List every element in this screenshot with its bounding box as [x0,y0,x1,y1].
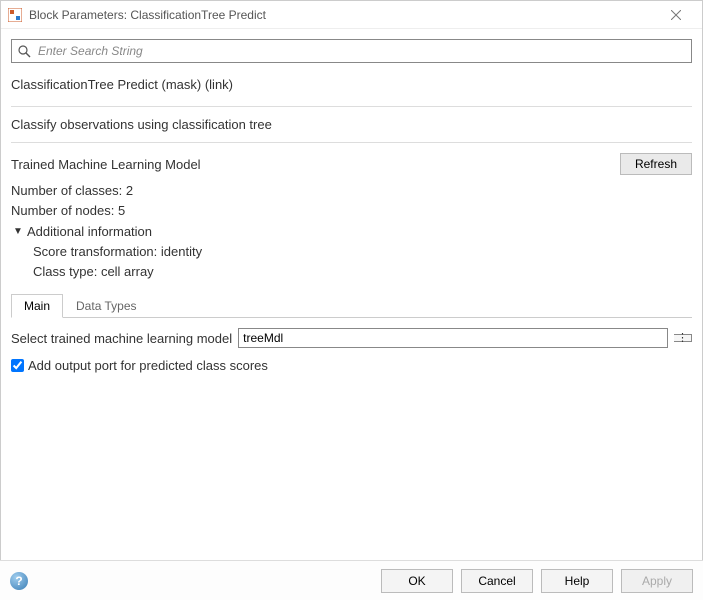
output-port-checkbox[interactable] [11,359,24,372]
close-icon [671,10,681,20]
question-icon: ? [15,574,22,588]
additional-info-toggle[interactable]: ▼ Additional information [11,224,692,239]
num-nodes-label: Number of nodes: [11,203,114,218]
search-field-wrapper[interactable] [11,39,692,63]
ok-button[interactable]: OK [381,569,453,593]
vertical-dots-icon: ⋮ [677,335,688,341]
class-type-value: cell array [101,264,154,279]
num-classes-value: 2 [126,183,133,198]
tab-bar: Main Data Types [11,293,692,318]
window-title: Block Parameters: ClassificationTree Pre… [29,8,656,22]
class-type-label: Class type: [33,264,97,279]
dialog-footer: ? OK Cancel Help Apply [0,560,703,600]
cancel-button[interactable]: Cancel [461,569,533,593]
score-transformation-row: Score transformation: identity [33,244,692,259]
trained-model-label: Trained Machine Learning Model [11,157,201,172]
tab-data-types[interactable]: Data Types [63,294,149,318]
num-nodes-value: 5 [118,203,125,218]
select-model-input[interactable] [239,329,667,347]
help-button[interactable]: Help [541,569,613,593]
score-transformation-value: identity [161,244,202,259]
additional-info-label: Additional information [27,224,152,239]
browse-model-button[interactable]: ⋮ [674,334,692,342]
class-type-row: Class type: cell array [33,264,692,279]
tab-main[interactable]: Main [11,294,63,318]
block-description: Classify observations using classificati… [11,117,692,132]
search-icon [16,43,32,59]
tab-main-panel: Select trained machine learning model ⋮ … [11,318,692,373]
search-input[interactable] [36,43,687,59]
context-help-button[interactable]: ? [10,572,28,590]
select-model-label: Select trained machine learning model [11,331,232,346]
num-classes-row: Number of classes: 2 [11,183,692,198]
close-button[interactable] [656,3,696,27]
output-port-checkbox-label: Add output port for predicted class scor… [28,358,268,373]
apply-button: Apply [621,569,693,593]
chevron-down-icon: ▼ [11,226,25,237]
titlebar: Block Parameters: ClassificationTree Pre… [1,1,702,29]
num-nodes-row: Number of nodes: 5 [11,203,692,218]
app-icon [7,7,23,23]
block-heading: ClassificationTree Predict (mask) (link) [11,77,692,96]
score-transformation-label: Score transformation: [33,244,157,259]
refresh-button[interactable]: Refresh [620,153,692,175]
divider [11,106,692,107]
divider [11,142,692,143]
num-classes-label: Number of classes: [11,183,122,198]
